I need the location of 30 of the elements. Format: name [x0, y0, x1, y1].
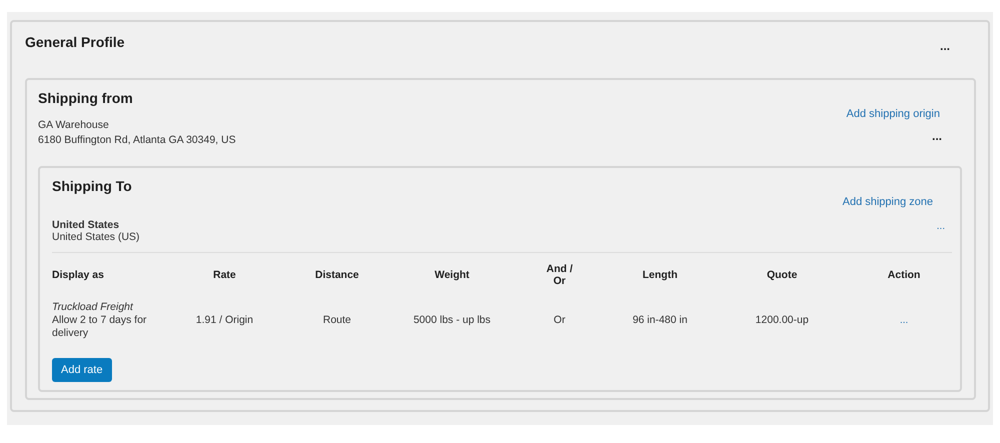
- table-cell: 5000 lbs - up lbs: [413, 314, 491, 326]
- more-button[interactable]: ...: [928, 130, 946, 142]
- table-cell: 1.91 / Origin: [196, 314, 254, 326]
- column-header: Weight: [397, 252, 507, 301]
- add-origin-link[interactable]: Add shipping origin: [846, 108, 940, 120]
- more-button[interactable]: ...: [936, 40, 954, 52]
- table-cell: Or: [554, 314, 566, 326]
- column-header: Display as: [52, 252, 172, 301]
- add-zone-link[interactable]: Add shipping zone: [842, 196, 933, 208]
- column-header: Rate: [172, 252, 277, 301]
- table-cell: 1200.00-up: [755, 314, 809, 326]
- table-cell: 96 in-480 in: [632, 314, 688, 326]
- section-title: Shipping from: [38, 90, 134, 106]
- column-header: Distance: [277, 252, 397, 301]
- rate-name: Truckload Freight: [52, 301, 134, 314]
- section-title: Shipping To: [52, 178, 133, 194]
- row-actions-button[interactable]: ...: [896, 316, 912, 326]
- warehouse-address: 6180 Buffington Rd, Atlanta GA 30349, US: [38, 133, 236, 148]
- panel-title: General Profile: [25, 34, 125, 50]
- column-header: And / Or: [507, 252, 612, 301]
- add-rate-button[interactable]: Add rate: [52, 358, 112, 382]
- warehouse-name: GA Warehouse: [38, 118, 110, 133]
- rate-description: Allow 2 to 7 days for delivery: [52, 314, 148, 340]
- column-header: Action: [856, 252, 952, 301]
- zone-region: United States (US): [52, 231, 140, 244]
- more-button[interactable]: ...: [932, 222, 949, 232]
- column-header: Length: [612, 252, 708, 301]
- column-header: Quote: [708, 252, 856, 301]
- zone-name: United States: [52, 219, 120, 231]
- table-cell: Route: [322, 314, 352, 326]
